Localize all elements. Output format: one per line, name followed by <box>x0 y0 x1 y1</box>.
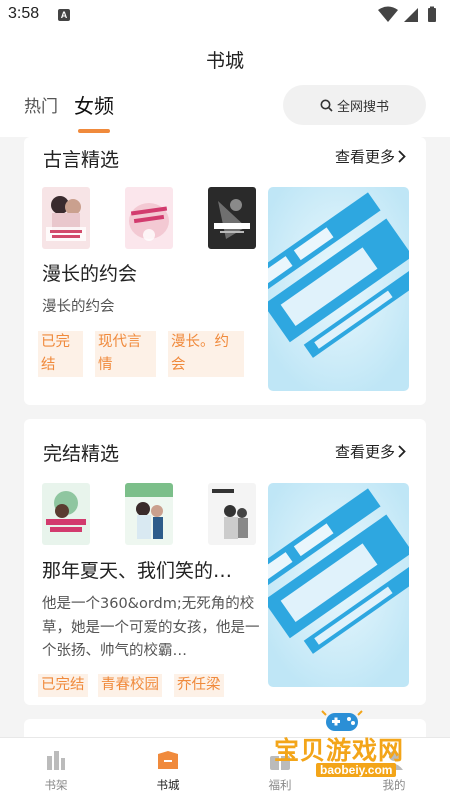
book-cover[interactable] <box>125 187 173 249</box>
book-cover[interactable] <box>208 187 256 249</box>
watermark-url: baobeiy.com <box>316 763 397 777</box>
bookstore-icon <box>158 751 178 769</box>
see-more-link[interactable]: 查看更多 <box>335 146 406 167</box>
see-more-label: 查看更多 <box>334 148 395 166</box>
tab-female[interactable]: 女频 <box>74 90 114 119</box>
book-tag: 漫长。约会 <box>168 331 244 377</box>
tab-indicator <box>78 129 110 133</box>
book-tag: 已完结 <box>38 331 83 377</box>
nav-bookshelf[interactable]: 书架 <box>0 738 112 800</box>
wifi-icon <box>378 6 398 22</box>
watermark-text: 宝贝游戏网 <box>274 736 405 765</box>
section-title: 古言精选 <box>43 149 120 171</box>
bookshelf-icon <box>47 751 65 770</box>
nav-label: 书架 <box>44 778 68 792</box>
status-bar: 3:58 A <box>0 0 450 32</box>
book-cover[interactable] <box>208 483 256 545</box>
battery-icon <box>428 8 436 22</box>
page-title: 书城 <box>205 50 244 72</box>
watermark: 宝贝游戏网 baobeiy.com <box>268 703 428 783</box>
book-description: 他是一个360&ordm;无死角的校草，她是一个可爱的女孩，他是一个张扬、帅气的… <box>42 596 260 659</box>
promo-banner[interactable] <box>268 483 409 687</box>
promo-banner[interactable] <box>268 187 409 391</box>
header: 书城 热门 女频 全网搜书 <box>0 32 450 137</box>
book-cover[interactable] <box>42 483 90 545</box>
see-more-label: 查看更多 <box>334 443 395 461</box>
signal-battery-icons <box>378 6 436 22</box>
book-description: 漫长的约会 <box>42 299 115 315</box>
content-area[interactable]: 古言精选 查看更多 漫长的约会 漫长的约会 已完结 现代言情 漫长。约会 完结精… <box>0 137 450 737</box>
status-time: 3:58 <box>8 5 40 22</box>
book-tag: 已完结 <box>38 674 88 697</box>
section-card-ancient: 古言精选 查看更多 漫长的约会 漫长的约会 已完结 现代言情 漫长。约会 <box>24 137 426 405</box>
search-label: 全网搜书 <box>336 99 389 115</box>
section-card-completed: 完结精选 查看更多 那年夏天、我们笑的… 他是一个360&ordm;无死角的校草… <box>24 419 426 705</box>
nav-label: 书城 <box>156 778 180 792</box>
book-tag: 青春校园 <box>98 674 162 697</box>
book-cover[interactable] <box>125 483 173 545</box>
section-title: 完结精选 <box>43 443 120 465</box>
tab-hot[interactable]: 热门 <box>24 92 58 117</box>
chevron-right-icon <box>398 445 406 458</box>
book-cover[interactable] <box>42 187 90 249</box>
see-more-link[interactable]: 查看更多 <box>335 441 406 462</box>
search-button[interactable]: 全网搜书 <box>283 85 426 125</box>
chevron-right-icon <box>398 150 406 163</box>
notification-icon: A <box>58 9 70 21</box>
book-title[interactable]: 那年夏天、我们笑的… <box>42 556 267 583</box>
book-title[interactable]: 漫长的约会 <box>42 259 267 286</box>
book-tag: 乔任梁 <box>174 674 224 697</box>
book-tag: 现代言情 <box>95 331 156 377</box>
cell-signal-icon <box>404 8 418 22</box>
search-icon <box>320 99 333 112</box>
nav-bookstore[interactable]: 书城 <box>112 738 224 800</box>
